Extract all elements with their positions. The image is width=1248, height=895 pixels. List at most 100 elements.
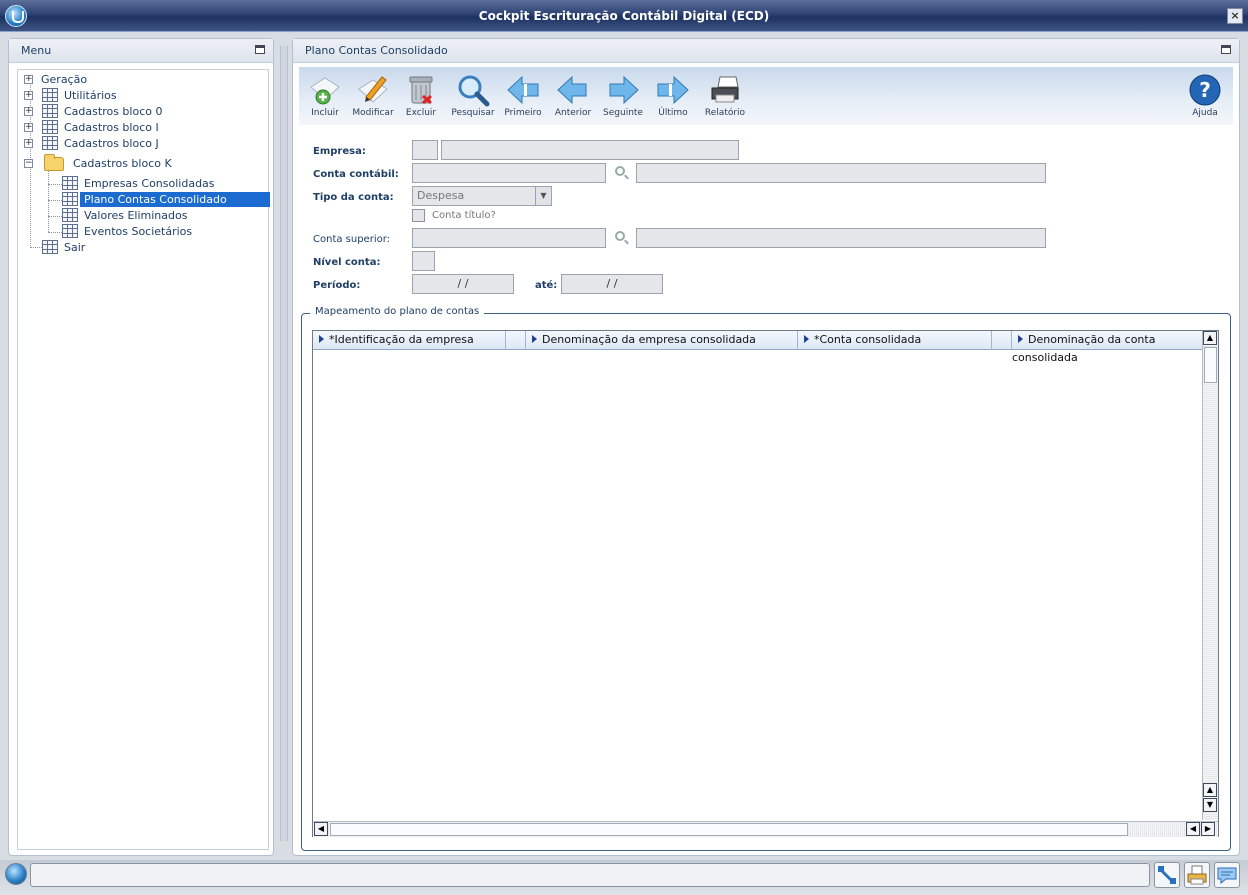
vertical-scroll-thumb[interactable]: [1204, 347, 1217, 383]
pesquisar-button[interactable]: Pesquisar: [449, 73, 497, 118]
menu-item-empresas-consolidadas[interactable]: Empresas Consolidadas: [62, 176, 242, 191]
tree-guide-line: [48, 216, 62, 217]
menu-item-cadastros-bloco-k[interactable]: − Cadastros bloco K: [24, 154, 194, 171]
menu-item-sair[interactable]: Sair: [42, 240, 142, 255]
conta-contabil-label: Conta contábil:: [313, 169, 399, 180]
menu-item-label: Cadastros bloco 0: [64, 105, 163, 118]
horizontal-scrollbar[interactable]: ◀ ◀ ▶: [313, 821, 1218, 837]
chat-icon[interactable]: [1214, 862, 1240, 888]
scroll-left-icon[interactable]: ◀: [1186, 822, 1200, 836]
column-label: Denominação da conta consolidada: [1012, 333, 1156, 364]
main-header: Plano Contas Consolidado: [293, 39, 1239, 63]
conta-titulo-checkbox[interactable]: [412, 209, 425, 222]
menu-item-utilitarios[interactable]: + Utilitários: [24, 88, 164, 103]
expand-icon[interactable]: +: [24, 75, 33, 84]
panel-splitter[interactable]: [280, 46, 288, 841]
excluir-button[interactable]: Excluir: [397, 73, 445, 118]
minimize-main-button[interactable]: [1221, 45, 1231, 54]
expand-icon[interactable]: +: [24, 123, 33, 132]
vertical-scrollbar[interactable]: ▲ ▲ ▼: [1202, 331, 1218, 820]
menu-item-plano-contas-consolidado[interactable]: Plano Contas Consolidado: [62, 192, 270, 207]
periodo-from-field[interactable]: / /: [412, 274, 514, 294]
app-status-icon[interactable]: [5, 863, 27, 885]
sort-arrow-icon: [319, 335, 324, 343]
expand-icon[interactable]: +: [24, 91, 33, 100]
conta-contabil-field[interactable]: [412, 163, 606, 183]
scroll-down-icon[interactable]: ▼: [1203, 798, 1217, 812]
ajuda-button[interactable]: ? Ajuda: [1181, 73, 1229, 118]
expand-icon[interactable]: +: [24, 107, 33, 116]
empresa-code-field[interactable]: [412, 140, 438, 160]
previous-record-icon: [556, 73, 590, 107]
grid-icon: [42, 136, 58, 150]
search-icon[interactable]: [615, 166, 625, 176]
menu-item-label: Empresas Consolidadas: [84, 177, 215, 190]
search-icon[interactable]: [615, 231, 625, 241]
column-header-spacer: [506, 331, 526, 350]
tipo-conta-value: Despesa: [417, 189, 465, 202]
nivel-conta-field[interactable]: [412, 251, 435, 271]
incluir-label: Incluir: [311, 108, 339, 118]
menu-item-label: Cadastros bloco J: [64, 137, 159, 150]
menu-item-cadastros-bloco-0[interactable]: + Cadastros bloco 0: [24, 104, 184, 119]
modificar-button[interactable]: Modificar: [349, 73, 397, 118]
column-header[interactable]: *Identificação da empresa: [313, 331, 506, 350]
seguinte-label: Seguinte: [603, 108, 643, 118]
menu-item-eventos-societarios[interactable]: Eventos Societários: [62, 224, 242, 239]
expand-icon[interactable]: +: [24, 139, 33, 148]
menu-item-label: Plano Contas Consolidado: [80, 192, 270, 207]
conta-superior-field[interactable]: [412, 228, 606, 248]
connection-icon[interactable]: [1154, 862, 1180, 888]
help-icon: ?: [1188, 73, 1222, 107]
conta-superior-desc-field[interactable]: [636, 228, 1046, 248]
search-icon: [456, 73, 490, 107]
grid-icon: [62, 192, 78, 206]
relatorio-button[interactable]: Relatório: [701, 73, 749, 118]
anterior-button[interactable]: Anterior: [549, 73, 597, 118]
tipo-conta-select[interactable]: Despesa ▼: [412, 186, 552, 206]
edit-pencil-icon: [356, 73, 390, 107]
conta-contabil-desc-field[interactable]: [636, 163, 1046, 183]
menu-item-label: Cadastros bloco K: [73, 157, 172, 170]
mapping-grid: *Identificação da empresa Denominação da…: [312, 330, 1219, 837]
group-title: Mapeamento do plano de contas: [310, 306, 485, 317]
minimize-menu-button[interactable]: [255, 45, 265, 54]
conta-titulo-label: Conta título?: [432, 210, 496, 221]
ultimo-button[interactable]: Último: [649, 73, 697, 118]
menu-item-cadastros-bloco-j[interactable]: + Cadastros bloco J: [24, 136, 184, 151]
column-label: Denominação da empresa consolidada: [542, 333, 756, 346]
column-header[interactable]: Denominação da conta consolidada: [1012, 331, 1202, 364]
primeiro-label: Primeiro: [504, 108, 542, 118]
first-record-icon: [506, 73, 540, 107]
horizontal-scroll-thumb[interactable]: [330, 823, 1128, 836]
empresa-name-field[interactable]: [441, 140, 739, 160]
menu-item-valores-eliminados[interactable]: Valores Eliminados: [62, 208, 242, 223]
tipo-conta-label: Tipo da conta:: [313, 192, 394, 203]
grid-icon: [62, 176, 78, 190]
incluir-button[interactable]: Incluir: [301, 73, 349, 118]
menu-item-cadastros-bloco-i[interactable]: + Cadastros bloco I: [24, 120, 184, 135]
scroll-right-icon[interactable]: ▶: [1201, 822, 1215, 836]
sort-arrow-icon: [1018, 335, 1023, 343]
menu-title: Menu: [21, 44, 52, 57]
folder-open-icon: [44, 154, 64, 171]
title-bar: Cockpit Escrituração Contábil Digital (E…: [0, 0, 1248, 32]
trash-icon: [404, 73, 438, 107]
close-button[interactable]: ×: [1227, 8, 1243, 24]
scroll-up-icon[interactable]: ▲: [1203, 783, 1217, 797]
column-header[interactable]: Denominação da empresa consolidada: [526, 331, 798, 350]
excluir-label: Excluir: [405, 108, 437, 118]
periodo-to-field[interactable]: / /: [561, 274, 663, 294]
printer-status-icon[interactable]: [1184, 862, 1210, 888]
grid-icon: [42, 240, 58, 254]
scroll-left-icon[interactable]: ◀: [314, 822, 328, 836]
scroll-up-icon[interactable]: ▲: [1203, 331, 1217, 345]
collapse-icon[interactable]: −: [24, 159, 33, 168]
app-logo-icon: [5, 5, 27, 27]
chevron-down-icon[interactable]: ▼: [535, 187, 551, 205]
grid-icon: [42, 88, 58, 102]
primeiro-button[interactable]: Primeiro: [499, 73, 547, 118]
grid-icon: [42, 120, 58, 134]
seguinte-button[interactable]: Seguinte: [599, 73, 647, 118]
column-header[interactable]: *Conta consolidada: [798, 331, 992, 350]
